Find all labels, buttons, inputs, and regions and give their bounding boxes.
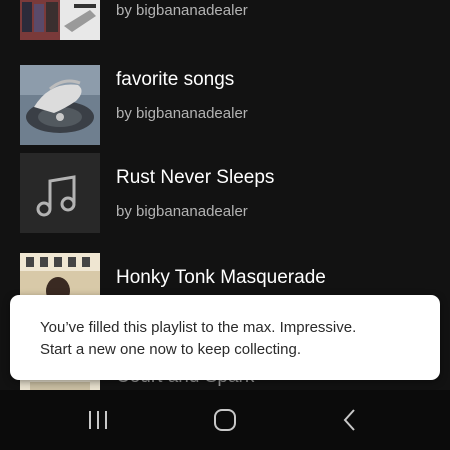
playlist-owner: by bigbananadealer <box>116 2 248 19</box>
home-button[interactable] <box>195 400 255 440</box>
playlist-row[interactable]: by bigbananadealer <box>0 0 450 40</box>
playlist-cover <box>20 0 100 40</box>
music-note-icon <box>36 175 76 217</box>
back-button[interactable] <box>320 400 380 440</box>
playlist-row[interactable]: favorite songs by bigbananadealer <box>0 65 450 145</box>
home-icon <box>214 409 236 431</box>
playlist-title: Rust Never Sleeps <box>116 167 275 188</box>
toast-line-1: You’ve filled this playlist to the max. … <box>40 319 357 336</box>
playlist-full-toast: You’ve filled this playlist to the max. … <box>10 295 440 380</box>
playlist-title: favorite songs <box>116 69 235 90</box>
recent-apps-button[interactable] <box>68 400 128 440</box>
playlist-owner: by bigbananadealer <box>116 203 248 220</box>
playlist-cover <box>20 153 100 233</box>
back-icon <box>343 409 355 431</box>
recent-apps-icon <box>89 411 107 429</box>
playlist-cover <box>20 65 100 145</box>
toast-line-2: Start a new one now to keep collecting. <box>40 341 301 358</box>
system-navigation-bar <box>0 390 450 450</box>
playlist-title: Honky Tonk Masquerade <box>116 267 326 288</box>
toast-message: You’ve filled this playlist to the max. … <box>40 317 420 361</box>
playlist-row[interactable]: Rust Never Sleeps by bigbananadealer <box>0 153 450 233</box>
playlist-owner: by bigbananadealer <box>116 105 248 122</box>
